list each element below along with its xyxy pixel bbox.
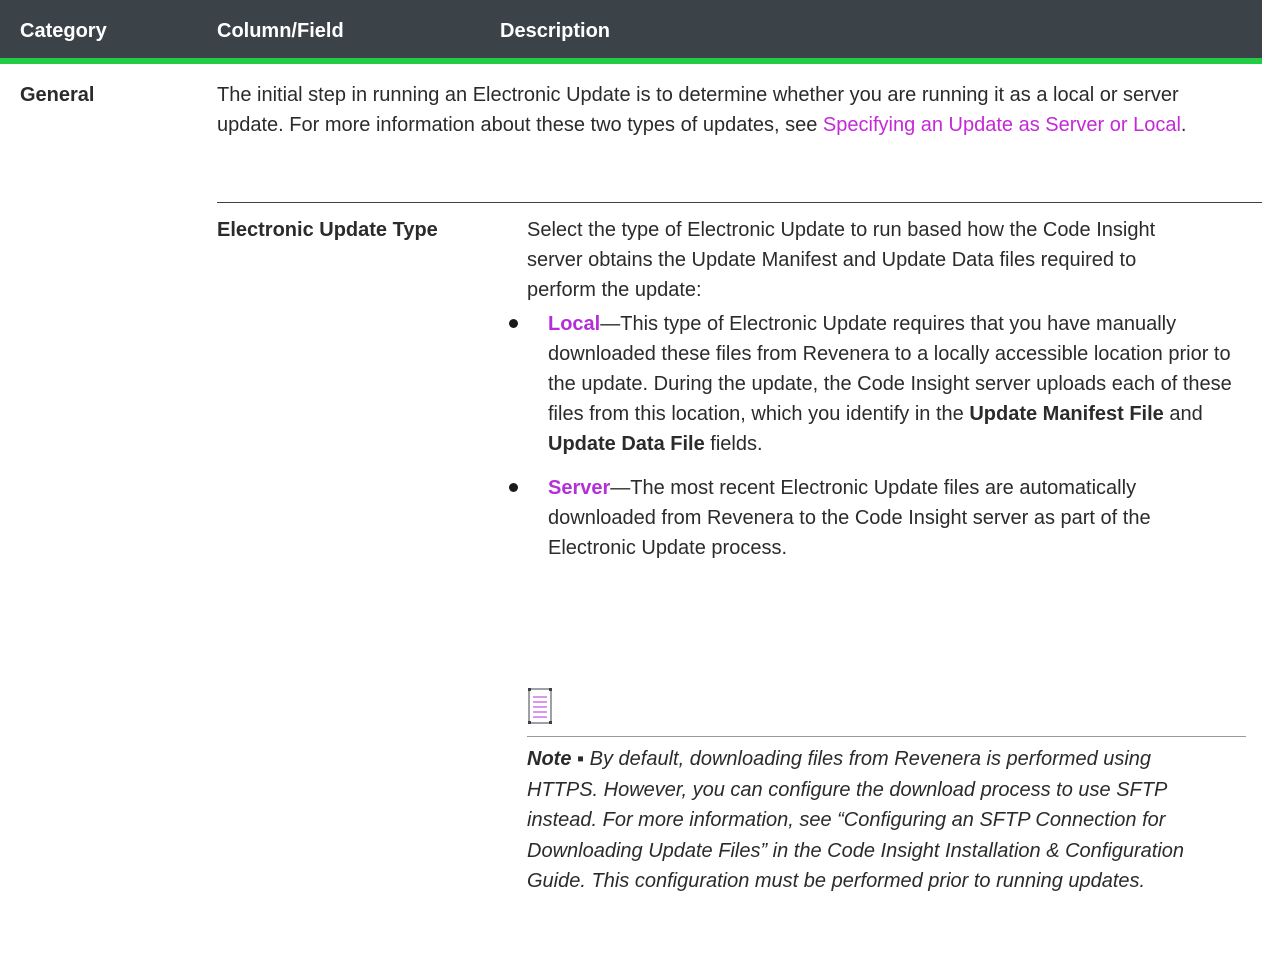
header-column-field: Column/Field xyxy=(217,20,344,42)
bullet-dot-icon xyxy=(509,483,518,492)
bullet-server: Server—The most recent Electronic Update… xyxy=(500,473,1240,563)
note-divider xyxy=(527,736,1246,737)
table-header: Category Column/Field Description xyxy=(0,0,1262,64)
update-data-file-label: Update Data File xyxy=(548,433,705,455)
local-text-b: and xyxy=(1163,403,1203,425)
header-description: Description xyxy=(500,20,611,42)
note-document-icon xyxy=(528,688,552,724)
specifying-update-link[interactable]: Specifying an Update as Server or Local xyxy=(823,114,1181,136)
general-description: The initial step in running an Electroni… xyxy=(217,80,1247,140)
category-general: General xyxy=(20,84,95,106)
bullet-list: Local—This type of Electronic Update req… xyxy=(500,309,1240,577)
bullet-dot-icon xyxy=(509,319,518,328)
header-category: Category xyxy=(20,20,107,42)
note-text: By default, downloading files from Reven… xyxy=(527,748,1185,892)
server-text-a: —The most recent Electronic Update files… xyxy=(548,477,1151,559)
local-text-c: fields. xyxy=(704,433,763,455)
general-description-end: . xyxy=(1180,114,1187,136)
row-divider xyxy=(217,202,1262,203)
field-electronic-update-type: Electronic Update Type xyxy=(217,219,438,241)
update-manifest-file-label: Update Manifest File xyxy=(969,403,1164,425)
term-local[interactable]: Local xyxy=(548,313,600,335)
note-block: Note ▪ By default, downloading files fro… xyxy=(527,744,1227,897)
header-accent-bar xyxy=(0,58,1262,64)
term-server[interactable]: Server xyxy=(548,477,610,499)
note-label: Note ▪ xyxy=(527,748,585,770)
bullet-local: Local—This type of Electronic Update req… xyxy=(500,309,1240,459)
field-description: Select the type of Electronic Update to … xyxy=(527,219,1156,301)
